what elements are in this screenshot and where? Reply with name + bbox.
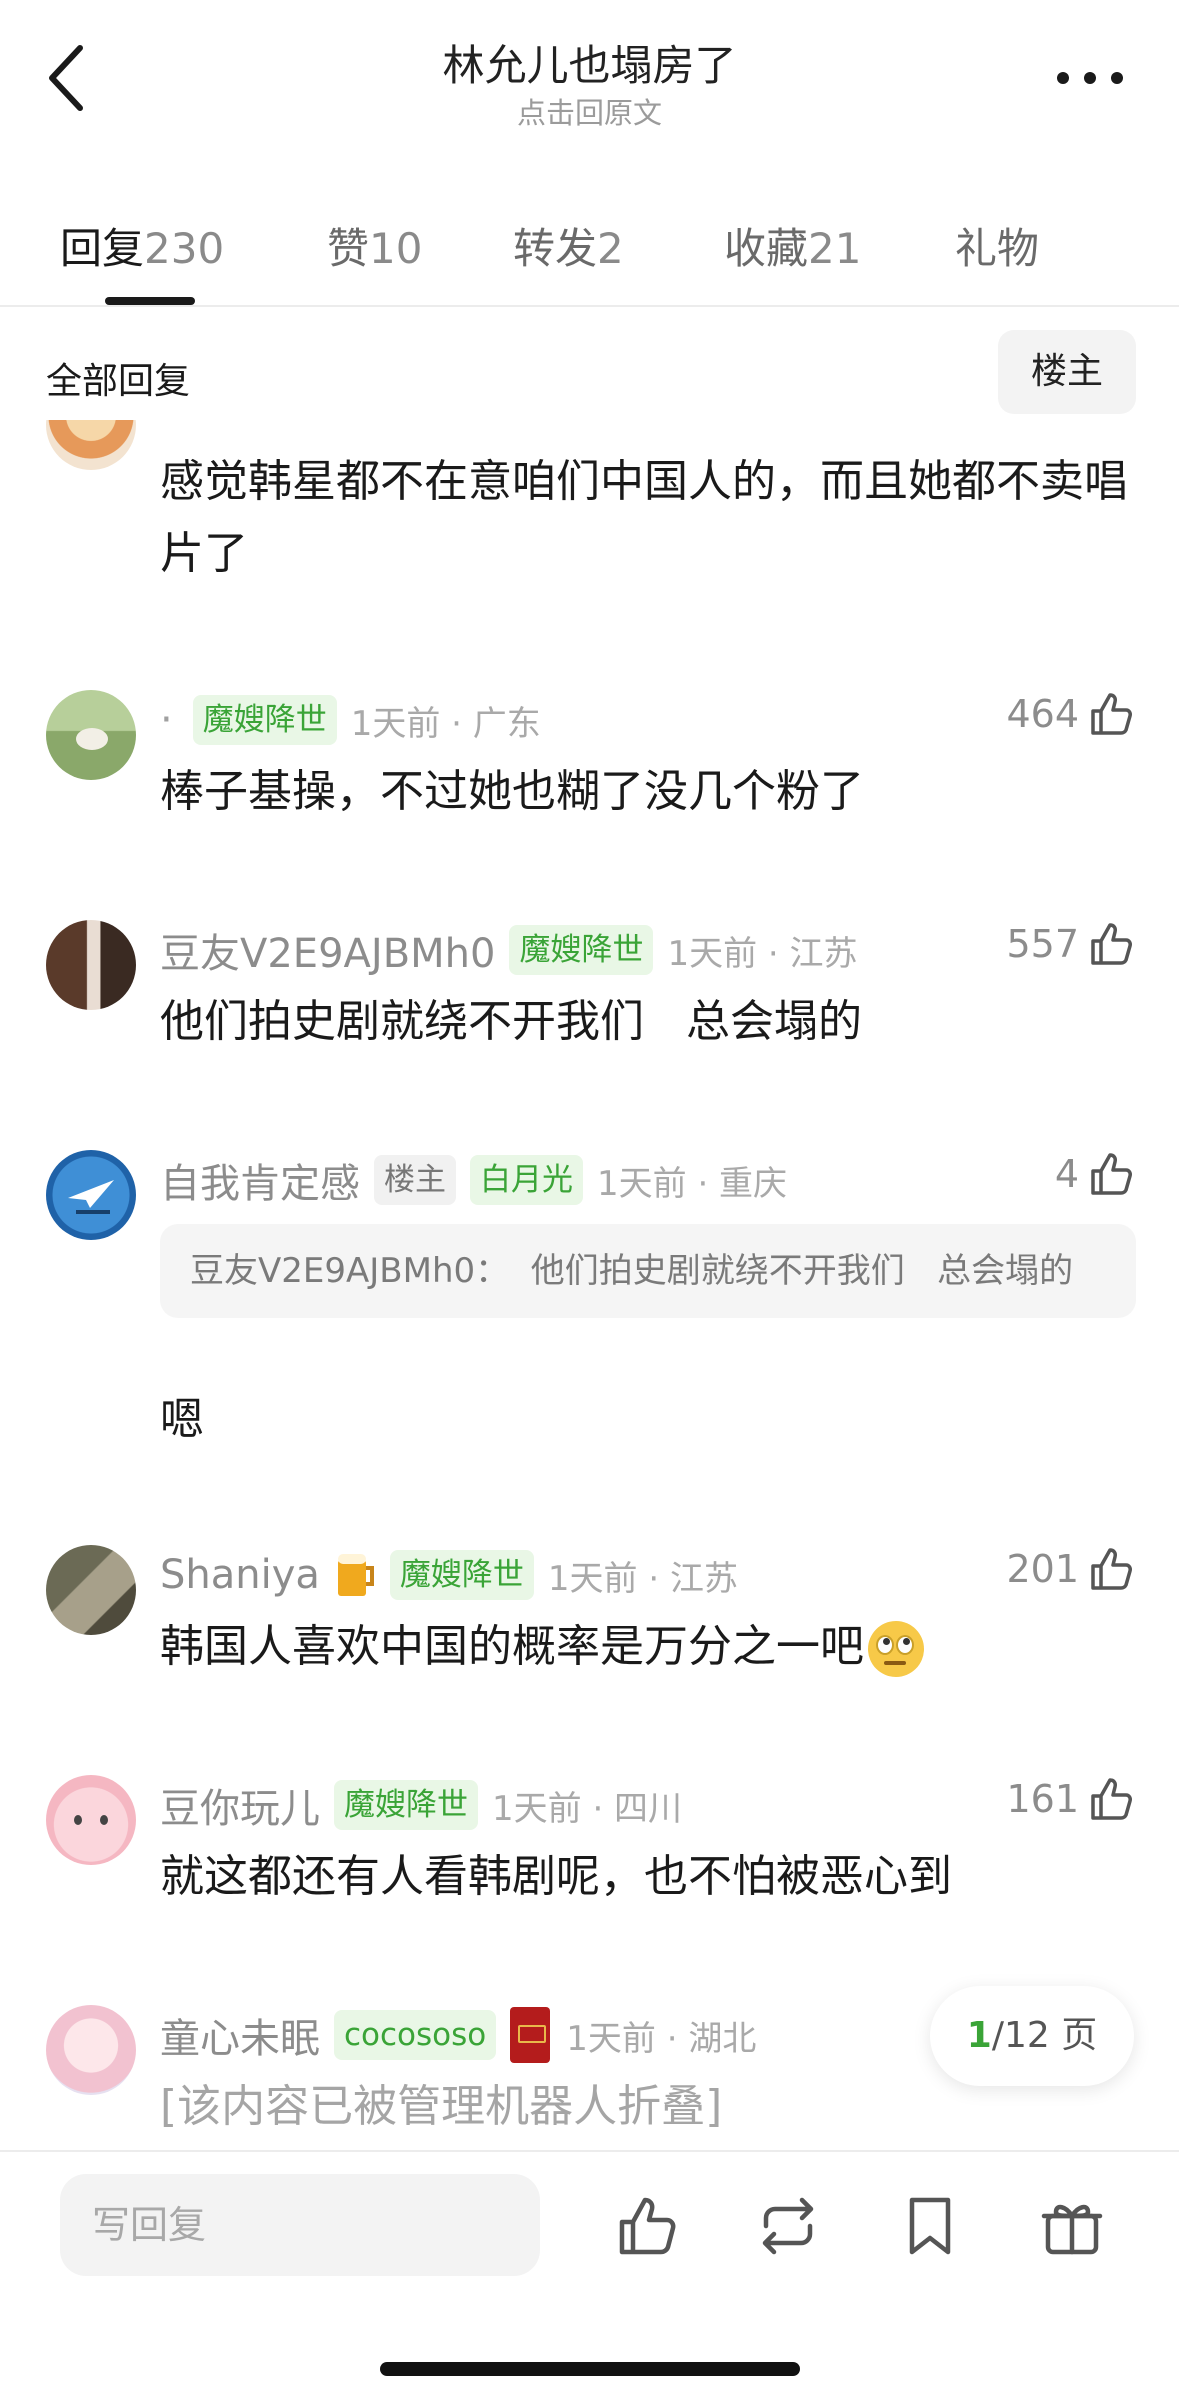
tab-likes[interactable]: 赞10 (327, 215, 422, 276)
comment-text: 韩国人喜欢中国的概率是万分之一吧 (160, 1621, 864, 1672)
user-badge[interactable]: 白月光 (470, 1155, 583, 1205)
comment-meta: · 魔嫂降世 1天前 · 广东 (160, 690, 541, 750)
back-to-post-link[interactable]: 点击回原文 (0, 90, 1179, 132)
username[interactable]: 豆你玩儿 (160, 1776, 320, 1834)
username[interactable]: · (160, 697, 173, 743)
avatar-eye (100, 1815, 108, 1825)
avatar[interactable] (46, 1775, 136, 1865)
time-location: 1天前 · 江苏 (547, 1558, 738, 1599)
like-count: 4 (1054, 1152, 1079, 1196)
user-badge[interactable]: cocososo (334, 2010, 497, 2060)
beer-icon (334, 1550, 378, 1600)
like-button[interactable]: 4 (1055, 1144, 1137, 1204)
tab-reposts[interactable]: 转发2 (513, 215, 624, 276)
comment-text-row: 韩国人喜欢中国的概率是万分之一吧 (160, 1611, 1140, 1683)
op-badge: 楼主 (374, 1155, 456, 1205)
comment-meta: 豆友V2E9AJBMh0 魔嫂降世 1天前 · 江苏 (160, 920, 858, 980)
comment-list[interactable]: 感觉韩星都不在意咱们中国人的，而且她都不卖唱片了 · 魔嫂降世 1天前 · 广东… (0, 420, 1179, 2150)
bottom-action-bar: 写回复 (0, 2150, 1179, 2396)
time-location: 1天前 · 广东 (350, 703, 541, 744)
more-dots-icon[interactable] (1055, 60, 1125, 96)
avatar[interactable] (46, 690, 136, 780)
active-tab-indicator (105, 297, 195, 305)
gift-icon[interactable] (1036, 2190, 1108, 2262)
like-button[interactable]: 161 (1006, 1769, 1137, 1829)
like-count: 161 (1006, 1777, 1079, 1821)
top-nav-bar: 林允儿也塌房了 点击回原文 (0, 0, 1179, 150)
comment-text: 就这都还有人看韩剧呢，也不怕被恶心到 (160, 1851, 952, 1902)
reply-filter-bar: 全部回复 楼主 (0, 330, 1179, 420)
like-button[interactable]: 557 (1006, 914, 1137, 974)
like-count: 464 (1006, 692, 1079, 736)
avatar[interactable] (46, 920, 136, 1010)
user-badge[interactable]: 魔嫂降世 (192, 695, 337, 745)
tab-gifts[interactable]: 礼物 (955, 215, 1039, 276)
like-button[interactable]: 201 (1006, 1539, 1137, 1599)
like-count: 557 (1006, 922, 1079, 966)
comment-text: 嗯 (160, 1394, 204, 1445)
comment-text: 感觉韩星都不在意咱们中国人的，而且她都不卖唱片了 (160, 456, 1128, 579)
username[interactable]: 童心未眠 (160, 2006, 320, 2064)
username[interactable]: Shaniya (160, 1552, 320, 1598)
tab-bar: 回复230 赞10 转发2 收藏21 礼物 (0, 195, 1179, 307)
repost-icon[interactable] (752, 2190, 824, 2262)
user-badge[interactable]: 魔嫂降世 (334, 1780, 478, 1830)
thumbs-up-icon[interactable] (612, 2190, 684, 2262)
username[interactable]: 自我肯定感 (160, 1151, 360, 1209)
user-badge[interactable]: 魔嫂降世 (509, 925, 654, 975)
post-title[interactable]: 林允儿也塌房了 (0, 32, 1179, 93)
quoted-comment[interactable]: 豆友V2E9AJBMh0： 他们拍史剧就绕不开我们 总会塌的 (160, 1224, 1136, 1318)
user-badge[interactable]: 魔嫂降世 (389, 1550, 534, 1600)
page-indicator[interactable]: 1/12 页 (930, 1986, 1134, 2086)
comment-text: 棒子基操，不过她也糊了没几个粉了 (160, 766, 864, 817)
thumbs-up-icon (1091, 1548, 1132, 1590)
thumbs-up-icon (1091, 923, 1132, 965)
reply-input[interactable]: 写回复 (60, 2174, 540, 2276)
red-card-badge-icon (510, 2007, 551, 2063)
rolling-eyes-emoji-icon (868, 1621, 924, 1677)
avatar-figure (76, 728, 108, 750)
time-location: 1天前 · 重庆 (597, 1163, 788, 1204)
total-pages: /12 页 (991, 2015, 1098, 2056)
all-replies-label: 全部回复 (46, 361, 191, 402)
comment-meta: 豆你玩儿 魔嫂降世 1天前 · 四川 (160, 1775, 682, 1835)
thumbs-up-icon (1091, 693, 1132, 735)
home-indicator (380, 2362, 800, 2376)
thumbs-up-icon (1091, 1153, 1132, 1195)
bookmark-icon[interactable] (894, 2190, 966, 2262)
time-location: 1天前 · 江苏 (667, 933, 858, 974)
username[interactable]: 豆友V2E9AJBMh0 (160, 921, 495, 979)
like-count: 201 (1006, 1547, 1079, 1591)
op-only-toggle[interactable]: 楼主 (998, 330, 1136, 414)
current-page: 1 (966, 2015, 992, 2056)
comment-meta: Shaniya 魔嫂降世 1天前 · 江苏 (160, 1545, 738, 1605)
avatar[interactable] (46, 420, 136, 470)
comment-meta: 童心未眠 cocososo 1天前 · 湖北 (160, 2005, 756, 2065)
thumbs-up-icon (1091, 1778, 1132, 1820)
time-location: 1天前 · 湖北 (566, 2018, 757, 2059)
comment-text: 他们拍史剧就绕不开我们 总会塌的 (160, 996, 862, 1047)
time-location: 1天前 · 四川 (492, 1788, 683, 1829)
avatar-eye (74, 1815, 82, 1825)
tab-collections[interactable]: 收藏21 (724, 215, 861, 276)
comment-meta: 自我肯定感 楼主 白月光 1天前 · 重庆 (160, 1150, 787, 1210)
avatar[interactable] (46, 1545, 136, 1635)
avatar[interactable] (46, 1150, 136, 1240)
avatar[interactable] (46, 2005, 136, 2095)
paper-plane-icon (68, 1180, 114, 1214)
tab-replies[interactable]: 回复230 (60, 215, 224, 276)
like-button[interactable]: 464 (1006, 684, 1137, 744)
